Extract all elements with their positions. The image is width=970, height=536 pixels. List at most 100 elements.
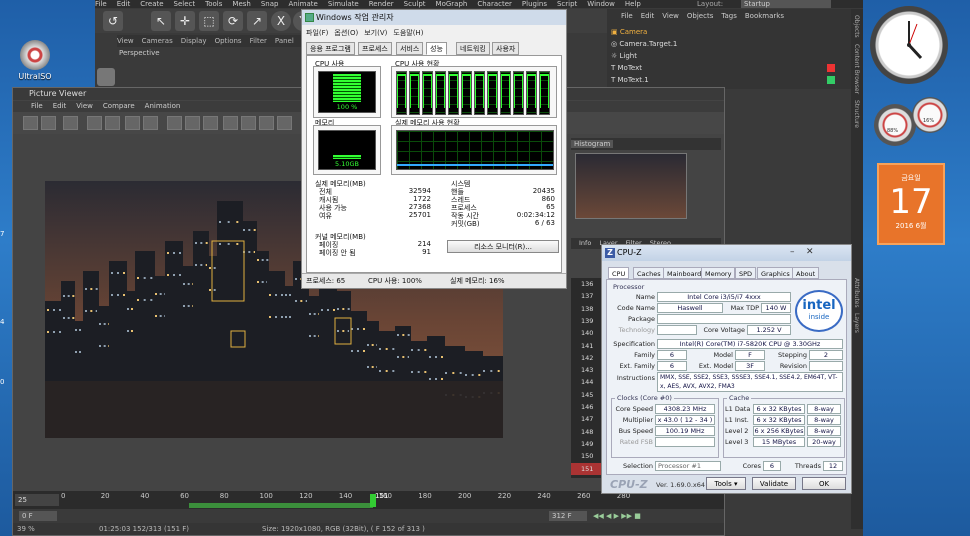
side-tab-structure[interactable]: Structure [853, 100, 860, 128]
region-icon[interactable] [87, 116, 102, 130]
menu-animate[interactable]: Animate [288, 0, 317, 8]
desktop-icon-ultraiso[interactable]: UltraISO [11, 40, 59, 81]
tab-applications[interactable]: 응용 프로그램 [306, 42, 355, 55]
memory-meter-gadget[interactable]: 16% [912, 97, 948, 133]
frame-list-item[interactable]: 150 [571, 450, 601, 463]
side-tab-content-browser[interactable]: Content Browser [853, 44, 860, 94]
menu-script[interactable]: Script [557, 0, 577, 8]
tab-spd[interactable]: SPD [735, 267, 757, 279]
frame-list-item[interactable]: 146 [571, 401, 601, 413]
tab-graphics[interactable]: Graphics [757, 267, 794, 279]
channel-icon[interactable] [223, 116, 238, 130]
recent-tool-button[interactable]: ↗ [247, 11, 267, 31]
frame-list-item[interactable]: 145 [571, 388, 601, 401]
thumbnail-preview[interactable] [575, 153, 687, 219]
validate-button[interactable]: Validate [752, 477, 796, 490]
object-row[interactable]: T MoText.1 [611, 74, 851, 86]
menu-plugins[interactable]: Plugins [522, 0, 547, 8]
viewport-menu-cameras[interactable]: Cameras [142, 37, 173, 45]
frame-list-item[interactable]: 144 [571, 376, 601, 389]
menu-mesh[interactable]: Mesh [232, 0, 250, 8]
text-tool-icon[interactable] [277, 116, 292, 130]
menu-select[interactable]: Select [174, 0, 196, 8]
tab-performance[interactable]: 성능 [426, 42, 447, 55]
tab-info[interactable]: Info [579, 239, 591, 247]
menu-tools[interactable]: Tools [205, 0, 222, 8]
frame-list-item[interactable]: 151 [571, 462, 601, 475]
grid-icon[interactable] [259, 116, 274, 130]
undo-button[interactable]: ↺ [103, 11, 123, 31]
fullscreen-icon[interactable] [203, 116, 218, 130]
fps-field[interactable]: 25 [15, 494, 59, 506]
clock-gadget[interactable] [870, 6, 948, 84]
side-tab-objects[interactable]: Objects [853, 15, 860, 38]
tab-users[interactable]: 사용자 [492, 42, 520, 55]
frame-list-item[interactable]: 148 [571, 425, 601, 438]
tab-networking[interactable]: 네트워킹 [456, 42, 490, 55]
object-row[interactable]: ▣ Camera [611, 26, 851, 38]
frame-list-item[interactable]: 143 [571, 364, 601, 377]
menu-simulate[interactable]: Simulate [328, 0, 359, 8]
pv-menu-compare[interactable]: Compare [103, 102, 135, 110]
tab-histogram[interactable]: Histogram [571, 140, 614, 148]
viewport-menu-view[interactable]: View [117, 37, 134, 45]
menu-create[interactable]: Create [140, 0, 163, 8]
menu-file[interactable]: 파일(F) [306, 29, 328, 37]
ok-button[interactable]: OK [802, 477, 846, 490]
scale-tool-button[interactable]: ⬚ [199, 11, 219, 31]
render-icon[interactable] [105, 116, 120, 130]
fit-icon[interactable] [185, 116, 200, 130]
frame-list-item[interactable]: 139 [571, 314, 601, 327]
tab-services[interactable]: 서비스 [396, 42, 424, 55]
menu-edit[interactable]: Edit [117, 0, 131, 8]
frame-list-item[interactable]: 147 [571, 413, 601, 426]
frame-list-item[interactable]: 136 [571, 278, 601, 290]
objects-menu-edit[interactable]: Edit [641, 12, 655, 20]
menu-render[interactable]: Render [369, 0, 394, 8]
menu-mograph[interactable]: MoGraph [436, 0, 468, 8]
menu-snap[interactable]: Snap [261, 0, 279, 8]
objects-menu-objects[interactable]: Objects [687, 12, 713, 20]
play-controls[interactable]: ◀◀ ◀ ▶ ▶▶ ■ [593, 509, 641, 523]
menu-sculpt[interactable]: Sculpt [404, 0, 426, 8]
viewport-menu-panel[interactable]: Panel [275, 37, 294, 45]
menu-character[interactable]: Character [477, 0, 512, 8]
close-button[interactable]: ✕ [806, 247, 814, 257]
menu-options[interactable]: 옵션(O) [334, 29, 358, 37]
viewport-menu-display[interactable]: Display [181, 37, 207, 45]
frame-list-item[interactable]: 141 [571, 339, 601, 352]
object-row[interactable]: ☼ Light [611, 50, 851, 62]
select-tool-button[interactable]: ↖ [151, 11, 171, 31]
frame-list-item[interactable]: 142 [571, 351, 601, 364]
frame-list-item[interactable]: 149 [571, 437, 601, 450]
save-icon[interactable] [41, 116, 56, 130]
x-axis-button[interactable]: X [271, 11, 291, 31]
calendar-gadget[interactable]: 금요일 17 2016 6월 [877, 163, 945, 245]
object-row[interactable]: ◎ Camera.Target.1 [611, 38, 851, 50]
object-row[interactable]: T MoText [611, 62, 851, 74]
frame-list-item[interactable]: 140 [571, 327, 601, 340]
tab-about[interactable]: About [792, 267, 820, 279]
pv-menu-file[interactable]: File [31, 102, 43, 110]
end-frame-field[interactable]: 312 F [549, 511, 587, 521]
pv-menu-view[interactable]: View [76, 102, 93, 110]
cube-icon[interactable] [97, 68, 115, 86]
tab-memory[interactable]: Memory [701, 267, 736, 279]
start-frame-field[interactable]: 0 F [19, 511, 57, 521]
tab-caches[interactable]: Caches [633, 267, 665, 279]
zoom-level[interactable]: 39 % [17, 523, 35, 535]
frame-list-item[interactable]: 138 [571, 302, 601, 315]
frame-list-item[interactable]: 137 [571, 290, 601, 303]
alpha-icon[interactable] [241, 116, 256, 130]
minimize-button[interactable]: – [790, 247, 795, 257]
menu-view[interactable]: 보기(V) [364, 29, 387, 37]
side-tab-layers[interactable]: Layers [853, 313, 860, 333]
pv-menu-edit[interactable]: Edit [53, 102, 67, 110]
layout-dropdown[interactable]: Startup [741, 0, 831, 8]
viewport-menu-options[interactable]: Options [215, 37, 242, 45]
material-tag-icon[interactable] [827, 64, 835, 72]
resource-monitor-button[interactable]: 리소스 모니터(R)... [447, 240, 559, 253]
objects-menu-file[interactable]: File [621, 12, 633, 20]
menu-help[interactable]: 도움말(H) [393, 29, 423, 37]
tab-cpu[interactable]: CPU [608, 267, 630, 279]
